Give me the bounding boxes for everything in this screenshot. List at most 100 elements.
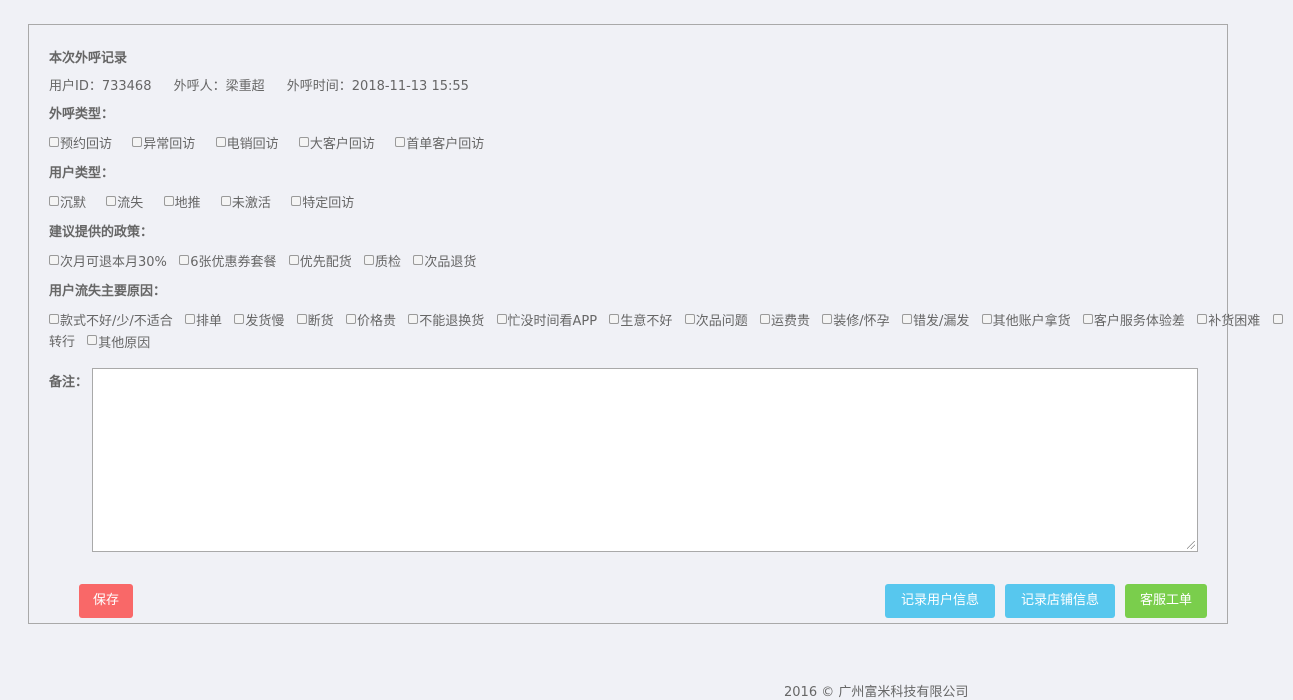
checkbox[interactable] — [220, 195, 231, 206]
checkbox[interactable] — [288, 254, 299, 265]
option-churn-7[interactable]: 生意不好 — [609, 310, 672, 329]
option-churn-0[interactable]: 款式不好/少/不适合 — [49, 310, 173, 329]
option-churn-9[interactable]: 运费贵 — [759, 310, 810, 329]
option-label: 款式不好/少/不适合 — [60, 314, 173, 329]
checkbox[interactable] — [901, 313, 912, 324]
option-call-type-2[interactable]: 电销回访 — [215, 133, 279, 152]
option-churn-10[interactable]: 装修/怀孕 — [822, 310, 890, 329]
user-id-text: 用户ID：733468 — [49, 79, 152, 94]
option-churn-15-label[interactable]: 转行 — [49, 331, 75, 350]
checkbox[interactable] — [298, 136, 309, 147]
checkbox[interactable] — [981, 313, 992, 324]
checkbox[interactable] — [49, 313, 59, 324]
checkbox[interactable] — [296, 313, 307, 324]
option-user-type-2[interactable]: 地推 — [163, 192, 201, 211]
record-title: 本次外呼记录 — [49, 51, 128, 66]
option-user-type-4[interactable]: 特定回访 — [291, 192, 354, 211]
option-label: 优先配货 — [299, 255, 352, 270]
checkbox[interactable] — [413, 254, 424, 265]
option-label: 次品问题 — [695, 314, 748, 329]
checkbox[interactable] — [1272, 313, 1283, 324]
option-churn-15-checkbox[interactable] — [1272, 313, 1284, 325]
checkbox[interactable] — [132, 136, 143, 147]
option-label: 断货 — [307, 314, 334, 329]
checkbox[interactable] — [408, 313, 419, 324]
option-label: 沉默 — [60, 196, 87, 211]
option-churn-5[interactable]: 不能退换货 — [408, 310, 484, 329]
checkbox[interactable] — [684, 313, 695, 324]
option-label: 装修/怀孕 — [833, 314, 890, 329]
option-churn-11[interactable]: 错发/漏发 — [901, 310, 969, 329]
option-churn-1[interactable]: 排单 — [185, 310, 222, 329]
option-label: 排单 — [196, 314, 223, 329]
checkbox[interactable] — [185, 313, 196, 324]
option-label: 不能退换货 — [419, 314, 485, 329]
checkbox[interactable] — [234, 313, 245, 324]
checkbox[interactable] — [1082, 313, 1093, 324]
checkbox[interactable] — [345, 313, 356, 324]
option-churn-13[interactable]: 客户服务体验差 — [1082, 310, 1185, 329]
option-user-type-1[interactable]: 流失 — [106, 192, 143, 211]
checkbox[interactable] — [395, 136, 406, 147]
resize-grip-icon[interactable] — [1187, 541, 1195, 549]
checkbox[interactable] — [49, 136, 59, 147]
option-label: 未激活 — [231, 196, 271, 211]
option-churn-2[interactable]: 发货慢 — [234, 310, 284, 329]
option-label: 次品退货 — [424, 255, 477, 270]
option-call-type-1[interactable]: 异常回访 — [132, 133, 195, 152]
option-label: 电销回访 — [226, 137, 279, 152]
option-churn-16[interactable]: 其他原因 — [87, 332, 150, 351]
remark-label: 备注： — [49, 375, 89, 390]
option-call-type-0[interactable]: 预约回访 — [49, 133, 112, 152]
checkbox[interactable] — [609, 313, 620, 324]
user-type-label: 用户类型： — [49, 166, 115, 181]
record-user-info-button[interactable]: 记录用户信息 — [885, 584, 995, 618]
option-policy-0[interactable]: 次月可退本月30% — [49, 251, 167, 270]
checkbox[interactable] — [759, 313, 770, 324]
option-label: 补货困难 — [1208, 314, 1261, 329]
option-churn-6[interactable]: 忙没时间看APP — [496, 310, 598, 329]
churn-reason-options-row1: 款式不好/少/不适合 排单 发货慢 断货 价格贵 不能退换货 忙没时间看APP … — [49, 310, 1284, 329]
call-record-panel: 本次外呼记录 用户ID：733468 外呼人：梁重超 外呼时间：2018-11-… — [28, 24, 1283, 624]
checkbox[interactable] — [291, 195, 302, 206]
option-churn-4[interactable]: 价格贵 — [345, 310, 396, 329]
option-churn-12[interactable]: 其他账户拿货 — [981, 310, 1071, 329]
save-button[interactable]: 保存 — [79, 584, 133, 618]
option-call-type-3[interactable]: 大客户回访 — [298, 133, 375, 152]
checkbox[interactable] — [49, 195, 59, 206]
option-churn-3[interactable]: 断货 — [296, 310, 334, 329]
option-label: 首单客户回访 — [406, 137, 485, 152]
option-label: 其他账户拿货 — [992, 314, 1071, 329]
option-user-type-3[interactable]: 未激活 — [220, 192, 271, 211]
option-label: 运费贵 — [770, 314, 810, 329]
checkbox[interactable] — [163, 195, 174, 206]
option-policy-3[interactable]: 质检 — [364, 251, 401, 270]
option-churn-8[interactable]: 次品问题 — [684, 310, 748, 329]
checkbox[interactable] — [1197, 313, 1208, 324]
option-label: 客户服务体验差 — [1093, 314, 1185, 329]
checkbox[interactable] — [87, 335, 98, 345]
option-label: 大客户回访 — [309, 137, 375, 152]
option-user-type-0[interactable]: 沉默 — [49, 192, 86, 211]
record-shop-info-button[interactable]: 记录店铺信息 — [1005, 584, 1115, 618]
option-churn-14[interactable]: 补货困难 — [1197, 310, 1260, 329]
checkbox[interactable] — [49, 254, 59, 265]
option-label: 6张优惠券套餐 — [190, 255, 277, 270]
option-policy-2[interactable]: 优先配货 — [288, 251, 352, 270]
option-label: 忙没时间看APP — [507, 314, 598, 329]
remark-textarea[interactable] — [92, 368, 1198, 552]
option-label: 价格贵 — [356, 314, 396, 329]
checkbox[interactable] — [215, 136, 226, 147]
option-policy-1[interactable]: 6张优惠券套餐 — [179, 251, 276, 270]
service-ticket-button[interactable]: 客服工单 — [1125, 584, 1207, 618]
checkbox[interactable] — [496, 313, 507, 324]
footer-copyright: 2016 © 广州富米科技有限公司 — [784, 685, 969, 700]
checkbox[interactable] — [179, 254, 190, 265]
checkbox[interactable] — [822, 313, 833, 324]
record-info: 用户ID：733468 外呼人：梁重超 外呼时间：2018-11-13 15:5… — [49, 75, 487, 94]
option-policy-4[interactable]: 次品退货 — [413, 251, 476, 270]
checkbox[interactable] — [364, 254, 375, 265]
option-label: 转行 — [49, 335, 76, 350]
option-call-type-4[interactable]: 首单客户回访 — [395, 133, 484, 152]
checkbox[interactable] — [106, 195, 117, 206]
